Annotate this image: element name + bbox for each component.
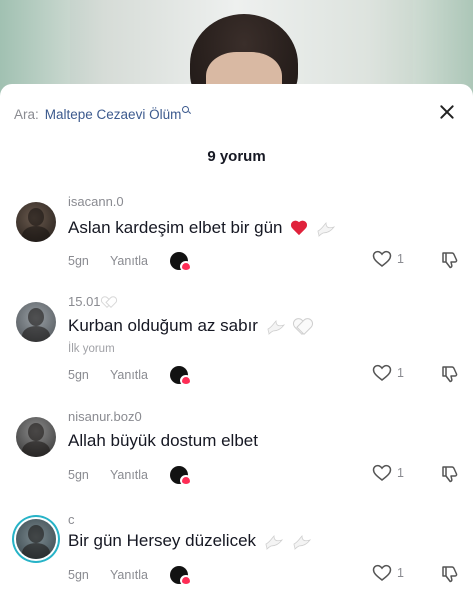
- comment-meta: 5gn Yanıtla: [68, 466, 192, 486]
- comment-count-title: 9 yorum: [207, 148, 266, 165]
- comment-meta: 5gn Yanıtla: [68, 252, 192, 272]
- comment-text: Allah büyük dostum elbet: [68, 431, 258, 450]
- comment-time: 5gn: [68, 468, 89, 482]
- thumbs-down-icon: [442, 566, 458, 583]
- comment-username[interactable]: c: [68, 512, 75, 527]
- thumbs-down-icon: [442, 466, 458, 483]
- comment-text-row: Bir gün Hersey düzelicek: [68, 531, 312, 551]
- white-heart-emoji: [293, 319, 311, 335]
- reply-button[interactable]: Yanıtla: [110, 254, 148, 268]
- dove-emoji: [293, 534, 311, 550]
- dislike-button[interactable]: [440, 364, 460, 389]
- reply-button[interactable]: Yanıtla: [110, 568, 148, 582]
- dove-emoji: [317, 221, 336, 237]
- heart-outline-icon: [372, 564, 392, 581]
- like-button[interactable]: 1: [372, 464, 404, 482]
- like-count: 1: [397, 566, 404, 580]
- avatar-image: [28, 423, 44, 441]
- comment-text-row: Aslan kardeşim elbet bir gün: [68, 218, 336, 238]
- reply-button[interactable]: Yanıtla: [110, 368, 148, 382]
- comment-meta: 5gn Yanıtla: [68, 566, 192, 586]
- search-term-link[interactable]: Maltepe Cezaevi Ölüm: [45, 107, 182, 122]
- creator-liked-icon: [170, 252, 192, 272]
- red-heart-emoji: [290, 221, 308, 237]
- avatar[interactable]: [16, 202, 56, 242]
- avatar-image: [28, 208, 44, 226]
- avatar[interactable]: [16, 302, 56, 342]
- like-button[interactable]: 1: [372, 364, 404, 382]
- comment-text-row: Kurban olduğum az sabır: [68, 316, 311, 336]
- thumbs-down-icon: [442, 366, 458, 383]
- close-button[interactable]: [435, 100, 459, 124]
- dislike-button[interactable]: [440, 564, 460, 589]
- comment-time: 5gn: [68, 568, 89, 582]
- comments-sheet: Ara: Maltepe Cezaevi Ölüm 9 yorum isacan…: [0, 84, 473, 592]
- heart-outline-icon: [372, 250, 392, 267]
- reply-button[interactable]: Yanıtla: [110, 468, 148, 482]
- heart-outline-icon: [372, 464, 392, 481]
- like-count: 1: [397, 466, 404, 480]
- creator-liked-icon: [170, 566, 192, 586]
- search-icon: [182, 105, 191, 115]
- comment-text: Bir gün Hersey düzelicek: [68, 531, 257, 550]
- avatar[interactable]: [16, 417, 56, 457]
- dislike-button[interactable]: [440, 464, 460, 489]
- comment-time: 5gn: [68, 368, 89, 382]
- like-button[interactable]: 1: [372, 250, 404, 268]
- like-button[interactable]: 1: [372, 564, 404, 582]
- comment-username[interactable]: nisanur.boz0: [68, 409, 142, 424]
- comment-time: 5gn: [68, 254, 89, 268]
- like-count: 1: [397, 366, 404, 380]
- like-count: 1: [397, 252, 404, 266]
- comment-text: Kurban olduğum az sabır: [68, 316, 258, 335]
- first-comment-label: İlk yorum: [68, 343, 115, 355]
- comment-username[interactable]: isacann.0: [68, 194, 124, 209]
- heart-outline-icon: [372, 364, 392, 381]
- dislike-button[interactable]: [440, 250, 460, 275]
- avatar-image: [28, 525, 44, 543]
- dove-emoji: [267, 319, 285, 335]
- comment-username-text: 15.01: [68, 294, 101, 309]
- creator-liked-icon: [170, 466, 192, 486]
- creator-liked-icon: [170, 366, 192, 386]
- comment-text: Aslan kardeşim elbet bir gün: [68, 218, 283, 237]
- comment-meta: 5gn Yanıtla: [68, 366, 192, 386]
- comment-username[interactable]: 15.01: [68, 294, 114, 309]
- search-prefix: Ara:: [14, 106, 39, 122]
- thumbs-down-icon: [442, 252, 458, 269]
- avatar-image: [28, 308, 44, 326]
- white-heart-emoji: [103, 297, 114, 307]
- avatar[interactable]: [16, 519, 56, 559]
- dove-emoji: [265, 534, 283, 550]
- comment-text-row: Allah büyük dostum elbet: [68, 431, 258, 451]
- search-suggestion[interactable]: Ara: Maltepe Cezaevi Ölüm: [14, 104, 191, 124]
